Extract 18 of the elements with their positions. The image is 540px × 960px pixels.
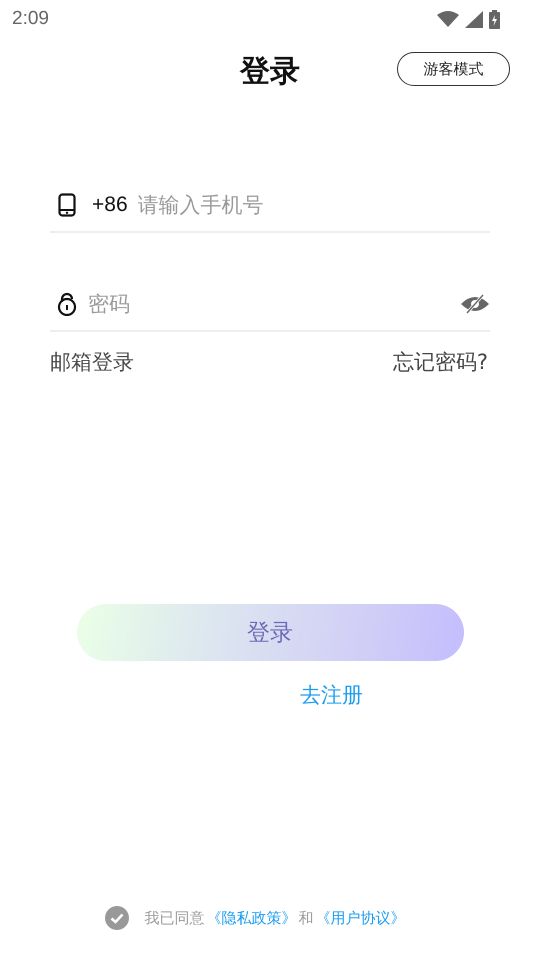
phone-icon <box>58 193 76 217</box>
page-title: 登录 <box>240 52 300 90</box>
phone-input[interactable]: 请输入手机号 <box>136 192 490 218</box>
check-icon[interactable] <box>104 906 128 930</box>
battery-icon <box>489 10 500 28</box>
eye-icon[interactable] <box>460 294 490 314</box>
wifi-icon <box>437 11 459 27</box>
forgot-password-link[interactable]: 忘记密码? <box>392 348 488 376</box>
guest-mode-button[interactable]: 游客模式 <box>397 52 510 86</box>
agreement-text: 我已同意 <box>144 908 204 928</box>
country-code[interactable]: +86 <box>92 193 128 217</box>
password-input[interactable]: 密码 <box>86 291 452 317</box>
login-button[interactable]: 登录 <box>76 604 464 661</box>
lock-icon <box>56 292 78 316</box>
and-text: 和 <box>298 908 314 928</box>
email-login-link[interactable]: 邮箱登录 <box>50 348 134 376</box>
status-time: 2:09 <box>12 8 49 30</box>
signal-icon <box>465 10 483 28</box>
